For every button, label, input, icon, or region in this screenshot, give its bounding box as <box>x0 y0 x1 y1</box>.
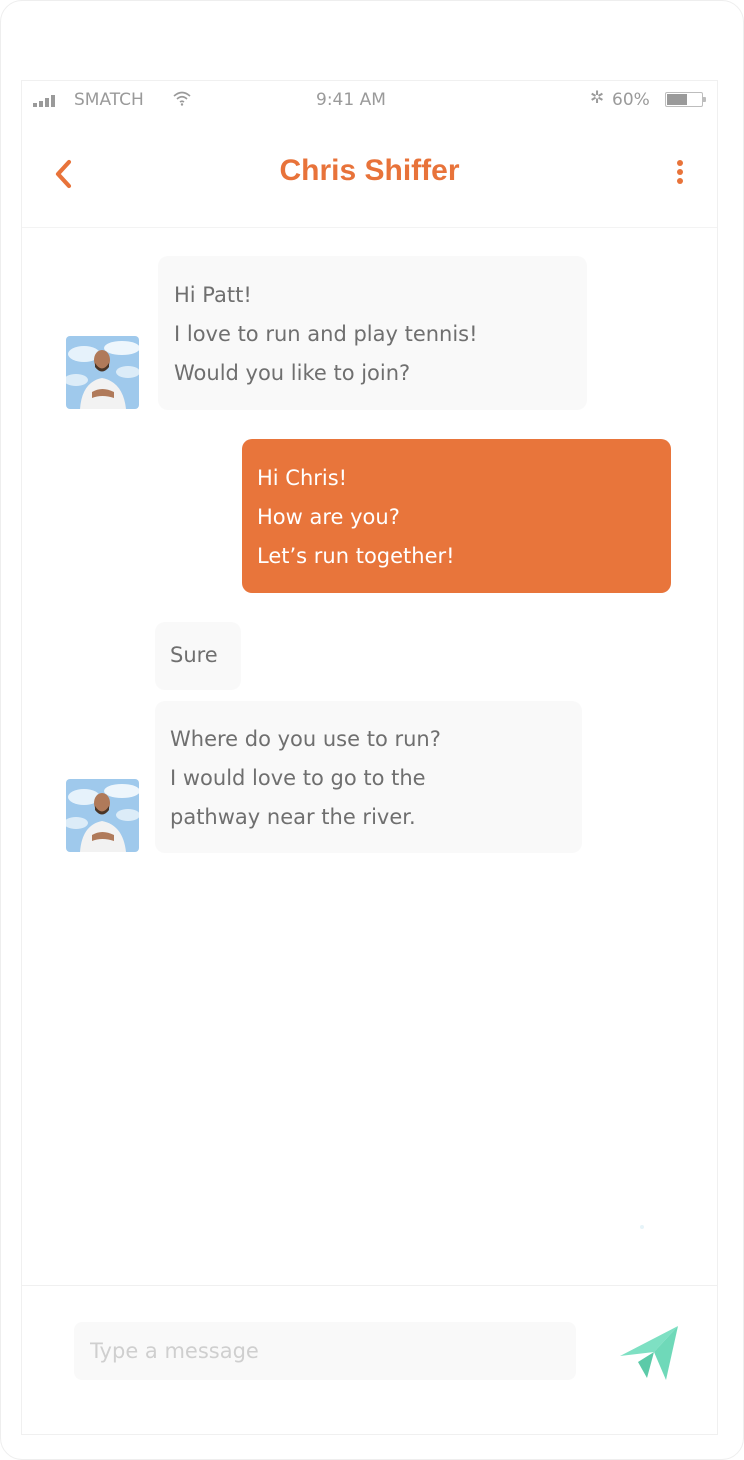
message-line: pathway near the river. <box>170 805 416 829</box>
paper-plane-icon[interactable] <box>616 1322 682 1384</box>
message-input[interactable] <box>74 1322 576 1380</box>
bluetooth-icon: ✲ <box>590 88 605 108</box>
more-vertical-icon[interactable] <box>672 159 688 189</box>
carrier-name: SMATCH <box>74 90 144 110</box>
battery-level <box>667 94 687 105</box>
message-line: I love to run and play tennis! <box>174 322 478 346</box>
message-line: Would you like to join? <box>174 361 411 385</box>
avatar-photo <box>66 779 139 852</box>
battery-percent: 60% <box>612 90 650 110</box>
message-line: I would love to go to the <box>170 766 426 790</box>
chat-screen: SMATCH 9:41 AM ✲ 60% Chris Shiffer Hi Pa… <box>21 80 718 1435</box>
signal-icon <box>33 95 59 107</box>
message-line: Sure <box>170 643 218 667</box>
status-bar: SMATCH 9:41 AM ✲ 60% <box>22 81 717 121</box>
message-line: Hi Chris! <box>257 466 348 490</box>
message-line: Hi Patt! <box>174 283 252 307</box>
wifi-icon <box>173 91 191 106</box>
message-line: Let’s run together! <box>257 544 455 568</box>
contact-avatar <box>66 779 139 852</box>
contact-avatar <box>66 336 139 409</box>
message-bubble-incoming: Hi Patt! I love to run and play tennis! … <box>158 256 587 410</box>
message-bubble-incoming: Where do you use to run? I would love to… <box>155 701 582 853</box>
battery-icon <box>665 92 706 107</box>
chat-header: Chris Shiffer <box>22 121 717 228</box>
device-frame: SMATCH 9:41 AM ✲ 60% Chris Shiffer Hi Pa… <box>0 0 744 1460</box>
decorative-dot <box>640 1225 644 1229</box>
avatar-photo <box>66 336 139 409</box>
message-line: How are you? <box>257 505 400 529</box>
status-time: 9:41 AM <box>316 90 386 110</box>
message-composer <box>22 1285 717 1434</box>
message-line: Where do you use to run? <box>170 727 441 751</box>
message-bubble-outgoing: Hi Chris! How are you? Let’s run togethe… <box>242 439 671 593</box>
message-bubble-incoming: Sure <box>155 622 241 690</box>
contact-name: Chris Shiffer <box>279 154 460 187</box>
